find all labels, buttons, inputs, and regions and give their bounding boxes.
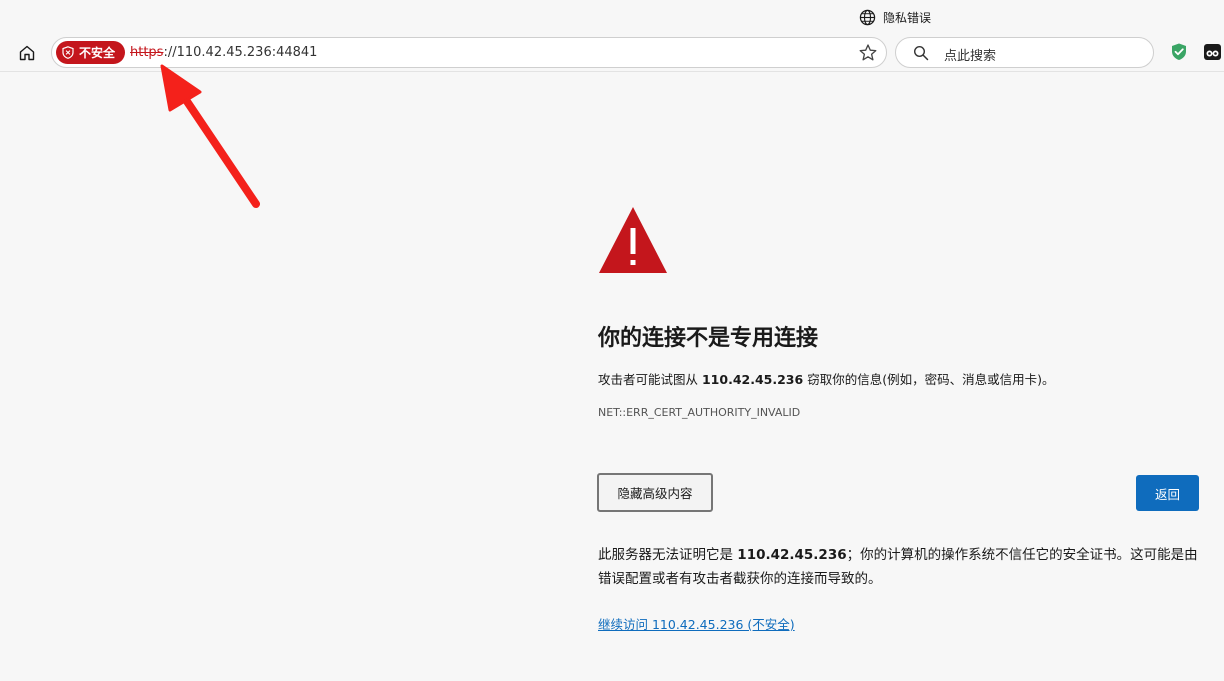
explain-prefix: 此服务器无法证明它是 xyxy=(598,547,738,563)
inprivate-indicator[interactable]: 隐私错误 xyxy=(859,7,931,27)
window-title-strip: 隐私错误 xyxy=(0,0,1224,34)
desc-suffix: 窃取你的信息(例如，密码、消息或信用卡)。 xyxy=(803,372,1055,387)
error-code: NET::ERR_CERT_AUTHORITY_INVALID xyxy=(598,406,801,419)
desc-prefix: 攻击者可能试图从 xyxy=(598,372,702,387)
advanced-explanation: 此服务器无法证明它是 110.42.45.236；你的计算机的操作系统不信任它的… xyxy=(598,543,1204,591)
extension-shield-icon[interactable] xyxy=(1169,42,1189,62)
star-icon[interactable] xyxy=(858,43,878,63)
home-button[interactable] xyxy=(16,42,38,64)
annotation-arrow xyxy=(160,64,260,208)
home-icon xyxy=(19,45,35,61)
back-button[interactable]: 返回 xyxy=(1136,475,1199,511)
shield-icon xyxy=(62,46,74,59)
warning-triangle-icon xyxy=(599,207,667,273)
desc-host: 110.42.45.236 xyxy=(701,372,804,387)
url-text[interactable]: https://110.42.45.236:44841 xyxy=(130,45,317,60)
search-placeholder: 点此搜索 xyxy=(944,49,997,64)
url-scheme: https xyxy=(130,45,164,60)
proceed-unsafe-link[interactable]: 继续访问 110.42.45.236 (不安全) xyxy=(598,614,795,633)
tab-title: 隐私错误 xyxy=(883,10,932,25)
explain-host: 110.42.45.236 xyxy=(737,547,847,563)
hide-advanced-button[interactable]: 隐藏高级内容 xyxy=(597,473,713,512)
globe-icon xyxy=(859,9,876,25)
extension-mask-icon[interactable] xyxy=(1203,43,1222,61)
search-icon xyxy=(913,45,929,61)
error-description: 攻击者可能试图从 110.42.45.236 窃取你的信息(例如，密码、消息或信… xyxy=(598,369,1054,388)
security-status-label: 不安全 xyxy=(79,46,116,60)
url-host: ://110.42.45.236:44841 xyxy=(163,45,318,60)
page-title: 你的连接不是专用连接 xyxy=(598,326,819,351)
security-status-chip[interactable]: 不安全 xyxy=(56,41,125,64)
search-box[interactable]: 点此搜索 xyxy=(895,37,1154,68)
